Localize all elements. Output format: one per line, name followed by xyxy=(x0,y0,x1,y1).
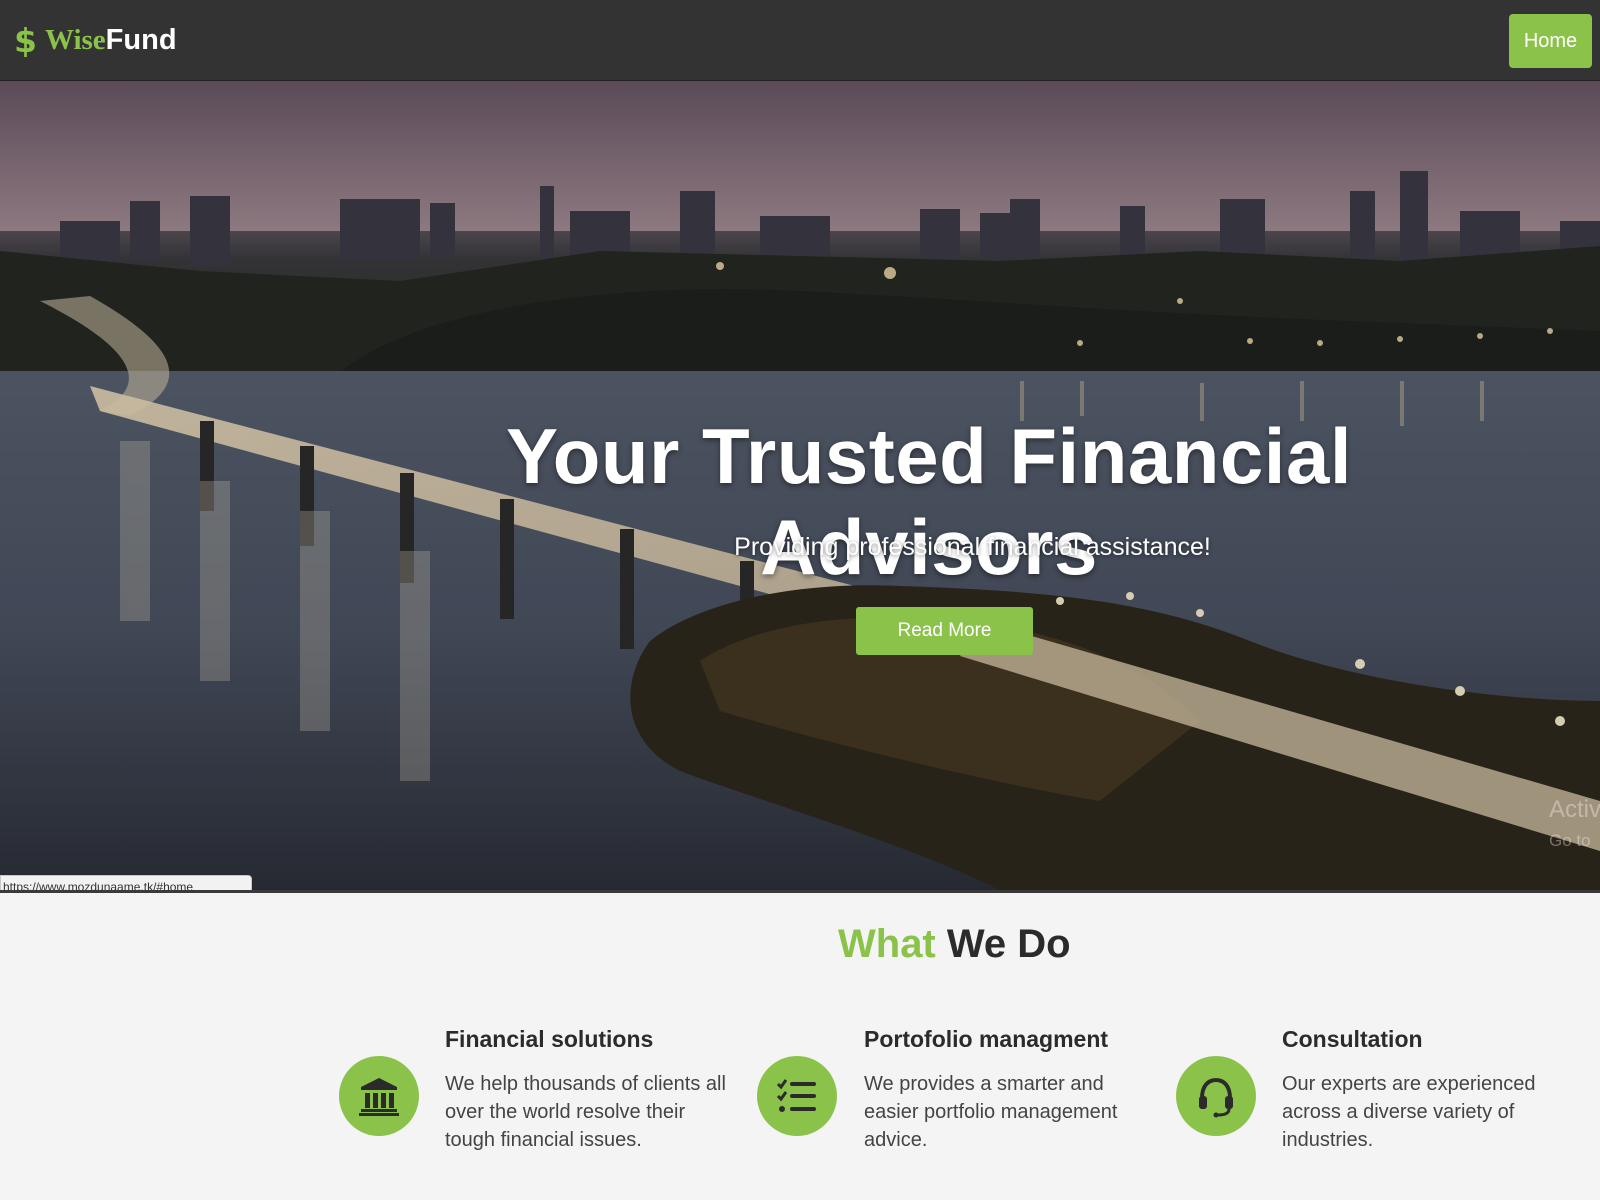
bank-icon xyxy=(339,1056,419,1136)
service-text-financial-solutions: We help thousands of clients all over th… xyxy=(445,1073,726,1151)
nav-home-button[interactable]: Home xyxy=(1509,14,1592,68)
windows-watermark-line1: Activ xyxy=(1549,796,1600,823)
service-text-consultation: Our experts are experienced across a div… xyxy=(1282,1073,1536,1151)
checklist-icon xyxy=(757,1056,837,1136)
brand-name-part1: Wise xyxy=(44,23,106,56)
brand-name-part2: Fund xyxy=(105,23,177,56)
brand-logo[interactable]: $ Wise Fund xyxy=(14,20,177,60)
windows-watermark-line2: Go to xyxy=(1549,831,1591,850)
section-title: What We Do xyxy=(838,922,1071,967)
read-more-button[interactable]: Read More xyxy=(856,607,1033,655)
hero-banner: Your Trusted Financial Advisors Providin… xyxy=(0,81,1600,890)
section-title-rest: We Do xyxy=(946,922,1071,966)
hero-subtitle: Providing professional financial assista… xyxy=(734,533,1211,561)
service-title-portfolio: Portofolio managment xyxy=(864,1026,1109,1052)
service-title-financial-solutions: Financial solutions xyxy=(445,1026,654,1052)
top-navbar: $ Wise Fund Home xyxy=(0,0,1600,81)
section-title-highlight: What xyxy=(838,922,936,966)
service-text-portfolio: We provides a smarter and easier portfol… xyxy=(864,1073,1118,1151)
hero-title: Your Trusted Financial Advisors xyxy=(505,412,1353,591)
service-title-consultation: Consultation xyxy=(1282,1026,1423,1052)
headset-icon xyxy=(1176,1056,1256,1136)
dollar-icon: $ xyxy=(14,20,37,60)
status-bar-url: https://www.mozdunaame.tk/#home xyxy=(0,875,252,890)
hero-divider xyxy=(0,890,1600,893)
